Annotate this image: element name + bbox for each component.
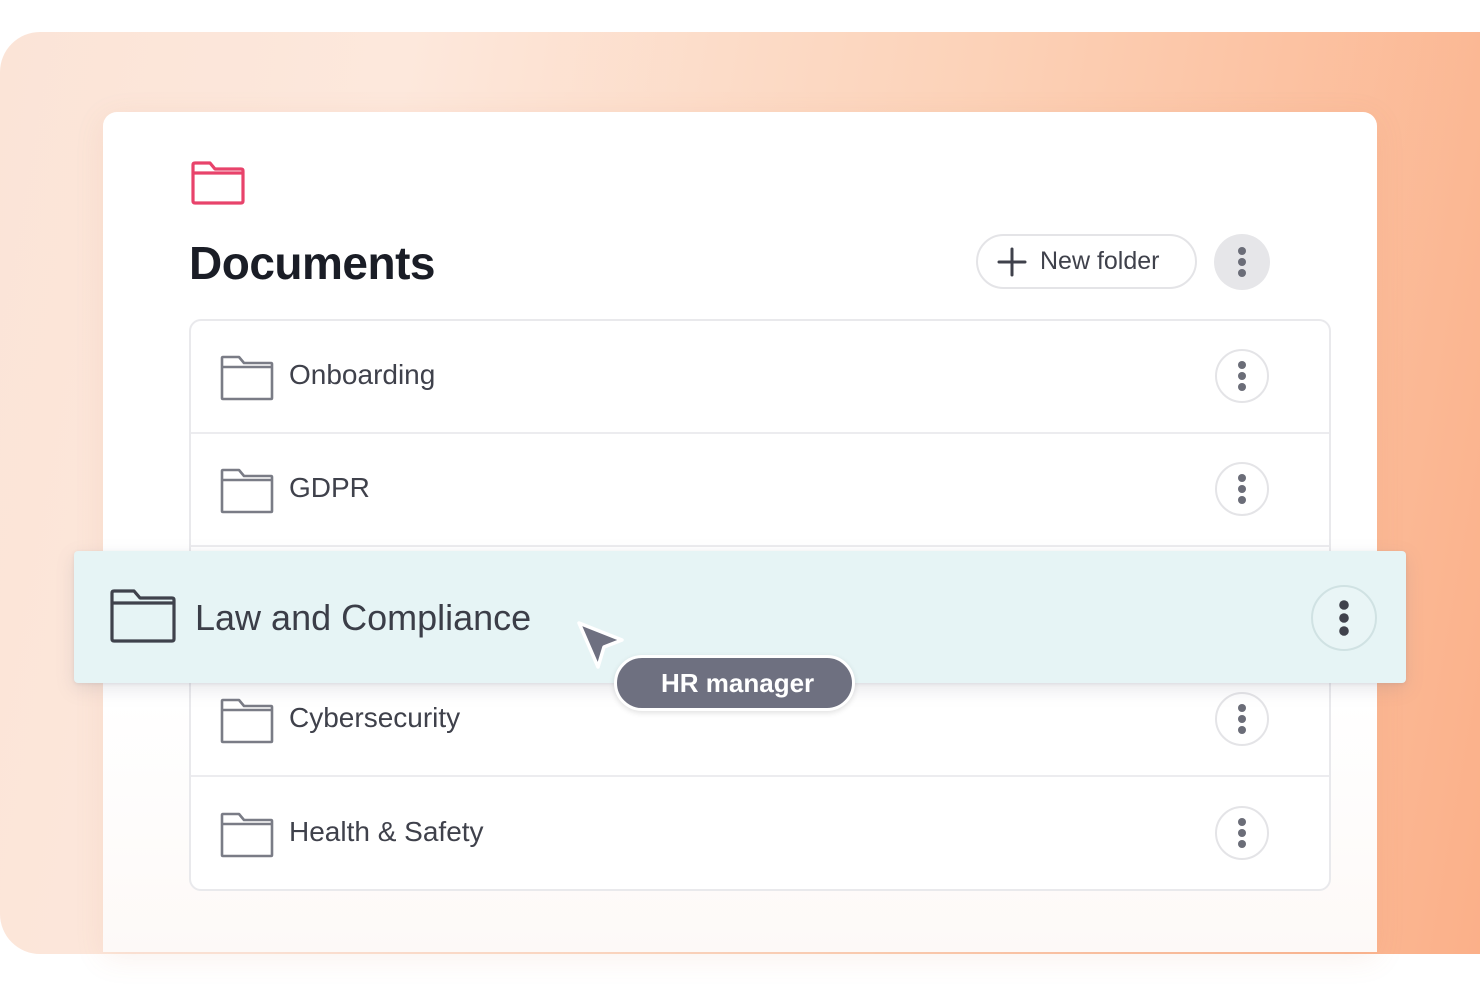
- folder-name: Law and Compliance: [195, 597, 532, 638]
- folder-icon: [220, 355, 274, 401]
- documents-panel: Documents New folder Onboarding GDPR Cyb…: [103, 112, 1377, 952]
- row-options-button[interactable]: [1311, 585, 1377, 651]
- folder-icon: [220, 812, 274, 858]
- more-vertical-icon: [1238, 474, 1246, 504]
- row-options-button[interactable]: [1215, 349, 1269, 403]
- folder-name: Health & Safety: [289, 816, 484, 847]
- new-folder-label: New folder: [1040, 247, 1160, 275]
- more-options-button[interactable]: [1214, 234, 1270, 290]
- row-options-button[interactable]: [1215, 806, 1269, 860]
- folder-name: GDPR: [289, 472, 370, 503]
- list-item[interactable]: Onboarding: [191, 321, 1329, 434]
- cursor-arrow-icon: [577, 621, 624, 669]
- folder-name: Onboarding: [289, 359, 436, 390]
- folder-icon: [110, 589, 176, 643]
- more-vertical-icon: [1238, 247, 1246, 277]
- plus-icon: [997, 247, 1027, 276]
- more-vertical-icon: [1238, 704, 1246, 734]
- folder-icon: [220, 468, 274, 514]
- folder-icon: [191, 161, 245, 205]
- list-item[interactable]: Health & Safety: [191, 778, 1329, 889]
- new-folder-button[interactable]: New folder: [976, 234, 1197, 289]
- more-vertical-icon: [1238, 818, 1246, 848]
- more-vertical-icon: [1238, 361, 1246, 391]
- collaborator-name-tag: HR manager: [614, 655, 856, 711]
- more-vertical-icon: [1339, 600, 1349, 636]
- row-options-button[interactable]: [1215, 462, 1269, 516]
- page-title: Documents: [189, 237, 435, 289]
- row-options-button[interactable]: [1215, 692, 1269, 746]
- folder-icon: [220, 698, 274, 744]
- list-item[interactable]: GDPR: [191, 434, 1329, 547]
- folder-name: Cybersecurity: [289, 702, 461, 733]
